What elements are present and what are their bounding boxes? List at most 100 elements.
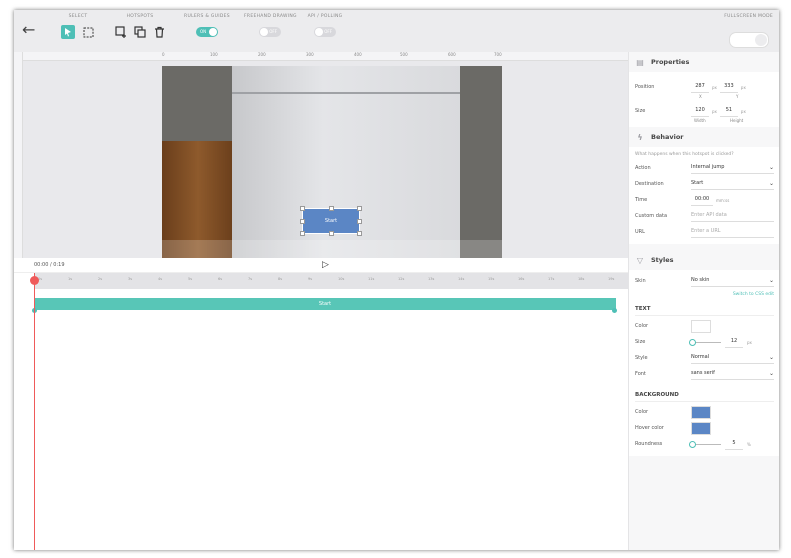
position-x-input[interactable]: 287 [691,81,709,93]
action-select[interactable]: Internal jump ⌄ [691,162,774,174]
roundness-input[interactable]: 5 [725,438,743,450]
api-toggle[interactable]: OFF [314,27,336,37]
freehand-label: FREEHAND DRAWING [244,14,297,19]
unit-label: px [712,108,717,114]
background-heading: BACKGROUND [635,386,774,402]
timeline-tick: 7s [248,277,253,281]
play-icon[interactable]: ▷ [322,260,329,270]
timeline-tick: 1s [68,277,73,281]
text-style-row: Style Normal ⌄ [635,350,774,366]
font-label: Font [635,371,646,377]
ruler-label: 400 [354,52,362,57]
text-color-swatch[interactable] [691,319,711,333]
slider-knob[interactable] [689,440,696,448]
track-end-handle[interactable] [612,308,617,313]
select-label: SELECT [68,14,88,19]
height-input[interactable]: 51 [719,105,738,117]
slider-knob[interactable] [689,338,696,346]
timeline-tick: 3s [128,277,133,281]
track-label: Start [318,301,332,307]
timeline-tick: 16s [518,277,525,281]
destination-select[interactable]: Start ⌄ [691,178,774,190]
toolbar: ← SELECT HOTSPOTS RULERS & GUIDES ON FRE… [14,10,779,53]
canvas-area[interactable]: 0 100 200 300 400 500 600 700 Start [14,52,628,258]
action-label: Action [635,165,651,171]
hover-color-row: Hover color [635,420,774,436]
timeline-tick: 15s [488,277,495,281]
editor-window: ← SELECT HOTSPOTS RULERS & GUIDES ON FRE… [14,10,779,550]
resize-handle[interactable] [329,206,334,211]
freehand-toggle[interactable]: OFF [259,27,281,37]
timeline-track-start[interactable]: Start [34,298,616,310]
custom-data-input[interactable]: Enter API data [691,210,774,222]
position-label: Position [635,84,655,90]
timeline-tick: 4s [158,277,163,281]
hotspots-group: HOTSPOTS [114,14,166,39]
styles-header: ▽ Styles [629,250,779,270]
font-select[interactable]: sans serif ⌄ [691,368,774,380]
marquee-select-icon[interactable] [81,25,95,39]
resize-handle[interactable] [357,206,362,211]
playhead-handle[interactable] [30,276,39,285]
add-hotspot-icon[interactable] [114,25,127,39]
api-toggle-text: OFF [324,29,332,34]
resize-handle[interactable] [300,231,305,236]
style-select[interactable]: Normal ⌄ [691,352,774,364]
bg-color-swatch[interactable] [691,405,711,419]
rulers-toggle[interactable]: ON [196,27,218,37]
video-frame[interactable]: Start [162,66,502,258]
api-label: API / POLLING [307,14,343,19]
toggle-knob [315,28,323,36]
timeline-tick: 10s [338,277,345,281]
skin-value: No skin [691,277,710,283]
timeline-tick: 13s [428,277,435,281]
style-value: Normal [691,354,710,360]
timeline-tick: 11s [368,277,375,281]
chevron-down-icon: ⌄ [768,180,774,187]
chevron-down-icon: ⌄ [768,164,774,171]
chevron-down-icon: ⌄ [768,354,774,361]
pointer-icon[interactable] [61,25,75,39]
width-input[interactable]: 120 [691,105,709,117]
resize-handle[interactable] [357,219,362,224]
position-y-input[interactable]: 333 [719,81,738,93]
time-input[interactable]: 00:00 [691,194,713,206]
timeline-ruler[interactable]: 0s 1s 2s 3s 4s 5s 6s 7s 8s 9s 10s 11s 12… [34,273,628,289]
fullscreen-toggle[interactable] [729,32,769,48]
size-slider[interactable] [689,338,721,346]
roundness-label: Roundness [635,441,663,447]
resize-handle[interactable] [300,206,305,211]
custom-data-label: Custom data [635,213,668,219]
text-color-row: Color [635,318,774,334]
timeline-tick: 5s [188,277,193,281]
trash-icon[interactable] [153,25,166,39]
playhead-line[interactable] [34,273,35,550]
roundness-slider[interactable] [689,440,721,448]
back-arrow-icon[interactable]: ← [22,22,35,38]
text-style-label: Style [635,355,648,361]
font-row: Font sans serif ⌄ [635,366,774,382]
resize-handle[interactable] [329,231,334,236]
timecode: 00:00 / 0:19 [34,262,65,268]
timeline-tick: 6s [218,277,223,281]
rulers-toggle-text: ON [200,29,207,34]
url-input[interactable]: Enter a URL [691,226,774,238]
hover-color-swatch[interactable] [691,421,711,435]
resize-handle[interactable] [300,219,305,224]
roundness-unit: % [747,441,751,447]
timeline-tick: 14s [458,277,465,281]
hover-color-label: Hover color [635,425,664,431]
styles-title: Styles [651,256,674,264]
size-label: Size [635,108,646,114]
css-edit-link[interactable]: Switch to CSS edit [635,289,774,300]
timeline-tick: 17s [548,277,555,281]
ruler-left [14,52,23,258]
duplicate-icon[interactable] [133,25,146,39]
resize-handle[interactable] [357,231,362,236]
skin-select[interactable]: No skin ⌄ [691,275,774,287]
hotspot-start[interactable]: Start [300,206,362,236]
destination-value: Start [691,180,704,186]
toggle-knob [755,34,767,46]
ruler-label: 700 [494,52,502,57]
size-input[interactable]: 12 [725,336,743,348]
